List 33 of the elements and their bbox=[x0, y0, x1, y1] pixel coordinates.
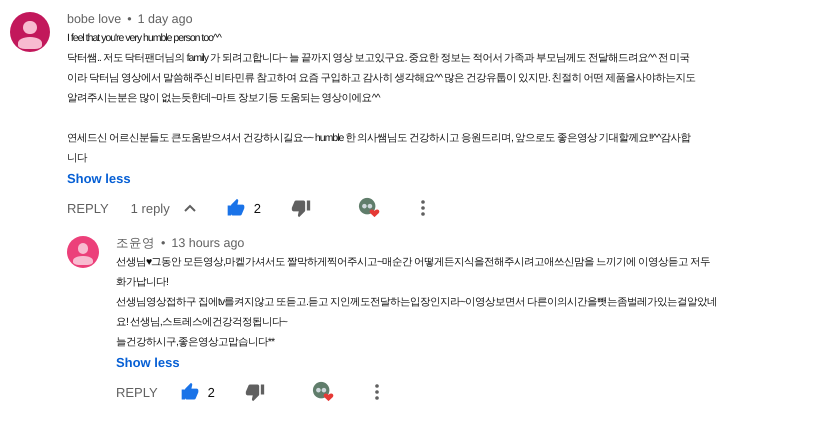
like-count: 2 bbox=[254, 200, 261, 216]
comment-time[interactable]: 13 hours ago bbox=[171, 236, 244, 250]
like-count: 2 bbox=[208, 384, 215, 400]
author-name[interactable]: 조윤영 bbox=[116, 234, 155, 252]
comment-text-line: I feel that you're very humble person too^^ bbox=[67, 31, 222, 46]
reply-button[interactable]: REPLY bbox=[67, 200, 109, 216]
show-less-link[interactable]: Show less bbox=[67, 171, 131, 186]
more-options-icon[interactable] bbox=[420, 200, 425, 216]
thumbs-up-icon[interactable] bbox=[180, 382, 200, 402]
more-options-icon[interactable] bbox=[374, 384, 379, 400]
thumbs-up-icon[interactable] bbox=[226, 198, 246, 218]
comment-text-line: 니다 bbox=[67, 151, 88, 166]
author-name[interactable]: bobe love bbox=[67, 12, 122, 26]
thumbs-down-icon[interactable] bbox=[290, 198, 311, 218]
show-less-link[interactable]: Show less bbox=[116, 355, 180, 370]
comment-text-line: 화가납니다! bbox=[116, 275, 169, 290]
comment-text-line: 늘건강하시구,좋은영상고맙습니다** bbox=[116, 335, 276, 350]
comment-text-line: 선생님♥그동안 모든영상,마켙가셔서도 짤막하게찍어주시고~매순간 어떻게든지식을전해주시려고애쓰신맘을 느끼기에 이영상듣고 저두 bbox=[116, 255, 711, 270]
separator-dot: • bbox=[127, 12, 132, 26]
caret-icon[interactable] bbox=[184, 204, 196, 212]
comment-time[interactable]: 1 day ago bbox=[138, 12, 193, 26]
avatar-icon[interactable] bbox=[67, 236, 99, 268]
avatar-icon[interactable] bbox=[10, 12, 50, 52]
reply-button[interactable]: REPLY bbox=[116, 384, 158, 400]
comment-text-line: 닥터쌤.. 저도 닥터팬더님의 family 가 되려고합니다~ 늘 끝까지 영상 보고있구요. 중요한 정보는 적어서 가족과 부모님께도 전달해드려요^^ 전 미국 bbox=[67, 51, 691, 66]
comment-text-line: 요! 선생님,스트레스에건강걱정됩니다~ bbox=[116, 315, 288, 330]
comment-text-line: 선생님영상접하구 집에tv를켜지않고 또듣고.듣고 지인께도전달하는입장인지라~이영상보면서 다른이의시간을뺏는좀벌레가있는걸알았네 bbox=[116, 295, 718, 310]
separator-dot: • bbox=[161, 236, 166, 250]
comment-text-line: 이라 닥터님 영상에서 말씀해주신 비타민류 참고하여 요즘 구입하고 감사히 생각해요^^ 많은 건강유툽이 있지만. 친절히 어떤 제품을사야하는지도 bbox=[67, 71, 697, 86]
thumbs-down-icon[interactable] bbox=[244, 382, 265, 402]
comment-text-line: 연세드신 어르신분들도 큰도움받으셔서 건강하시길요~~ humble 한 의사쌤님도 건강하시고 응원드리며, 앞으로도 좋은영상 기대할께요!!^^감사합 bbox=[67, 131, 692, 146]
comment-text-line: 알려주시는분은 많이 없는듯한데~마트 장보기등 도움되는 영상이에요^^ bbox=[67, 91, 382, 106]
replies-toggle[interactable]: 1 reply bbox=[130, 200, 170, 216]
